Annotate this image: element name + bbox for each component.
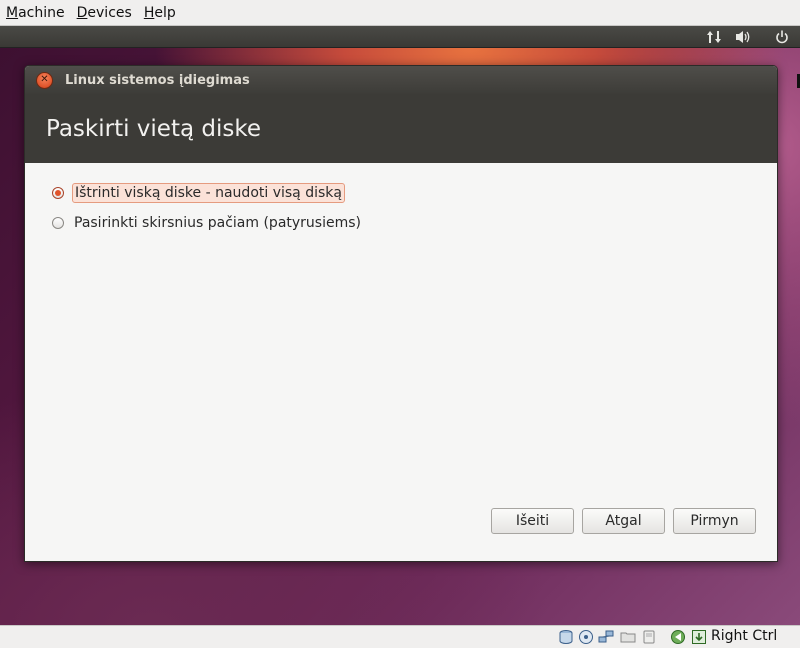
menu-help-label: elp [154,4,176,21]
page-title: Paskirti vietą diske [46,115,261,142]
menu-devices[interactable]: Devices [71,5,138,21]
installer-window: ✕ Linux sistemos įdiegimas Paskirti viet… [24,65,778,562]
radio-manual-partition[interactable] [52,217,64,229]
quit-button[interactable]: Išeiti [491,508,574,534]
host-menubar: Machine Devices Help [0,0,800,26]
window-title: Linux sistemos įdiegimas [65,72,250,88]
option-erase-disk[interactable]: Ištrinti viską diske - naudoti visą disk… [52,182,345,204]
menu-machine[interactable]: Machine [0,5,71,21]
page-content: Ištrinti viską diske - naudoti visą disk… [25,163,777,561]
menu-devices-label: evices [87,4,132,21]
page-header: Paskirti vietą diske [25,94,777,163]
power-icon[interactable] [771,26,793,47]
option-erase-disk-label: Ištrinti viską diske - naudoti visą disk… [72,183,345,203]
radio-erase-disk[interactable] [52,187,64,199]
volume-icon[interactable] [732,26,754,47]
menu-machine-mnemonic: M [6,4,19,21]
host-statusbar: Right Ctrl [0,625,800,648]
option-manual-partition[interactable]: Pasirinkti skirsnius pačiam (patyrusiems… [52,212,363,234]
host-key-label: Right Ctrl [711,628,778,644]
optical-drive-icon[interactable] [578,629,594,645]
shared-folder-icon[interactable] [620,629,636,645]
guest-top-panel [0,26,800,48]
close-icon[interactable]: ✕ [36,71,53,89]
menu-help-mnemonic: H [143,4,155,21]
usb-icon[interactable] [641,629,657,645]
back-button[interactable]: Atgal [582,508,665,534]
hard-disk-icon[interactable] [558,629,574,645]
network-arrows-icon[interactable] [703,26,725,47]
window-titlebar[interactable]: ✕ Linux sistemos įdiegimas [25,66,777,94]
menu-machine-label: achine [18,4,65,21]
keyboard-capture-icon[interactable] [691,629,707,645]
capture-icon[interactable] [670,629,686,645]
network-icon[interactable] [598,629,614,645]
forward-button[interactable]: Pirmyn [673,508,756,534]
radio-dot [55,190,61,196]
menu-devices-mnemonic: D [76,4,88,21]
menu-help[interactable]: Help [138,5,182,21]
option-manual-partition-label: Pasirinkti skirsnius pačiam (patyrusiems… [74,215,361,231]
